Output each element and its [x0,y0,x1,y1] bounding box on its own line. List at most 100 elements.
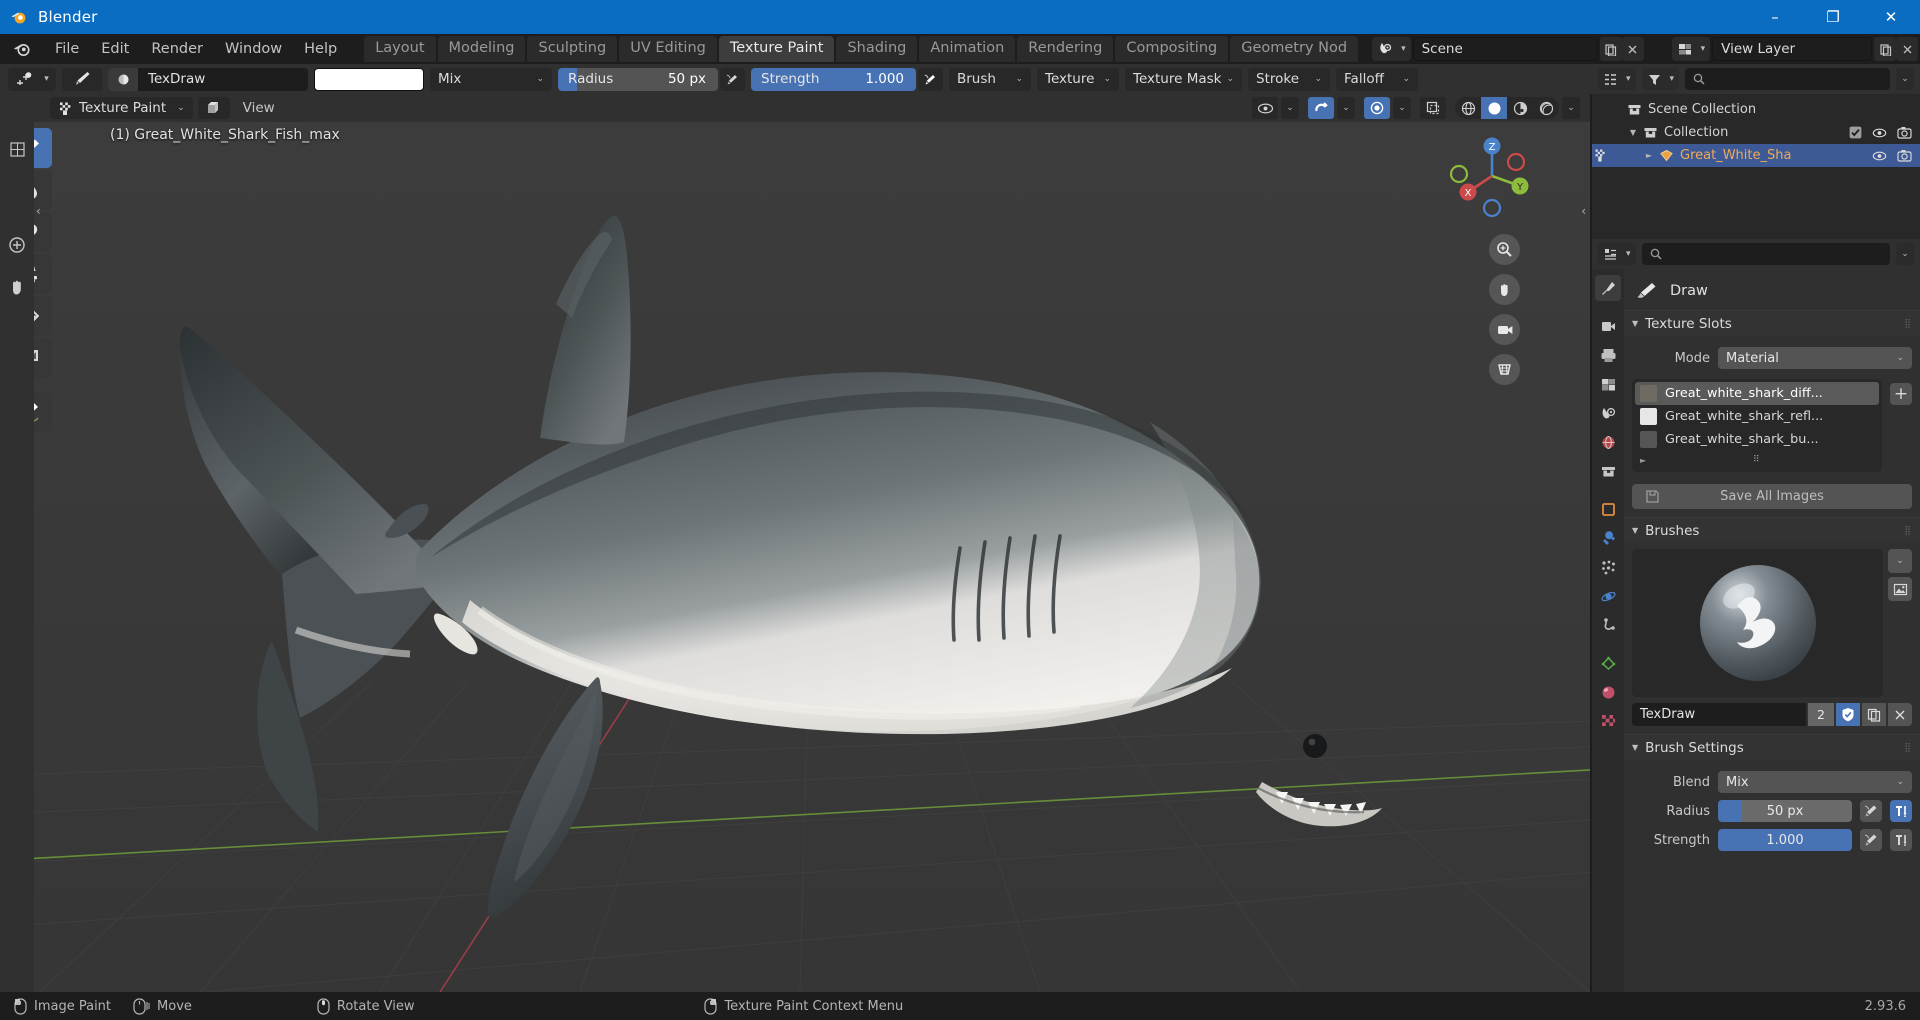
brush-name-field[interactable]: TexDraw [1632,703,1806,726]
shading-mode-segmented[interactable] [1455,97,1559,119]
tool-tab[interactable] [1595,275,1621,301]
navigation-gizmo[interactable]: Z Y X [1446,130,1538,222]
uv-editor-icon[interactable] [0,132,34,166]
object-shading-button[interactable] [197,97,230,119]
remove-view-layer-button[interactable] [1896,37,1919,61]
popover-stroke[interactable]: Stroke ⌄ [1248,67,1331,91]
brush-tool-button[interactable] [62,67,102,91]
add-texture-slot-button[interactable]: + [1890,383,1912,405]
popover-falloff[interactable]: Falloff ⌄ [1336,67,1419,91]
duplicate-icon[interactable] [1862,703,1886,726]
brush-preset-button[interactable]: ▾ [8,67,56,91]
texture-slot-list-footer[interactable]: ► ⠿ [1635,451,1879,469]
x-close-icon[interactable] [1888,703,1912,726]
camera-view-icon[interactable] [1489,314,1520,345]
expand-triangle-icon[interactable]: ► [1642,151,1656,160]
radius-unit-toggle[interactable] [1890,800,1912,822]
radius-pressure-toggle[interactable] [720,67,745,91]
proportional-edit-icon[interactable] [1364,97,1390,119]
strength-unit-toggle[interactable] [1890,829,1912,851]
outliner-filter-dropdown[interactable]: ⌄ [1896,68,1914,90]
menu-file[interactable]: File [44,38,90,60]
disable-in-renders-toggle[interactable] [1897,126,1912,139]
workspace-tab-uv-editing[interactable]: UV Editing [619,36,717,62]
wireframe-shading-icon[interactable] [1455,97,1481,119]
scene-tab[interactable] [1595,400,1621,426]
brush-users-count[interactable]: 2 [1808,703,1834,726]
outliner-row-great-white-sha[interactable]: ► Great_White_Sha [1592,144,1920,167]
xray-icon[interactable] [1420,97,1446,119]
visibility-icon[interactable] [1252,97,1278,119]
properties-search-input[interactable] [1641,243,1890,265]
add-tool-icon[interactable] [0,228,34,262]
toolbar-collapse-arrow[interactable]: ‹ [36,204,41,218]
visibility-dropdown[interactable]: ⌄ [1281,97,1299,119]
solid-shading-icon[interactable] [1481,97,1507,119]
brush-datablock-button[interactable] [108,67,138,91]
shading-dropdown[interactable]: ⌄ [1562,97,1580,119]
brush-name-field[interactable]: TexDraw [138,67,308,91]
hand-pan-icon[interactable] [0,270,34,304]
blend-mode-dropdown[interactable]: Mix ⌄ [430,67,552,91]
radius-slider[interactable]: Radius 50 px [558,67,718,91]
maximize-button[interactable]: ❐ [1804,0,1862,34]
popover-brush[interactable]: Brush ⌄ [949,67,1031,91]
disable-in-renders-toggle[interactable] [1897,149,1912,162]
zoom-nav-icon[interactable] [1489,234,1520,265]
material-tab[interactable] [1595,679,1621,705]
menu-help[interactable]: Help [293,38,348,60]
outliner-tree[interactable]: Scene Collection ▼ Collection ► Great_White_… [1592,94,1920,239]
object-tab[interactable] [1595,496,1621,522]
strength-slider[interactable]: 1.000 [1718,829,1852,851]
mode-selector[interactable]: Texture Paint ⌄ [50,97,193,119]
workspace-tab-sculpting[interactable]: Sculpting [527,36,618,62]
expand-triangle-icon[interactable]: ▼ [1626,128,1640,137]
sidebar-expand-arrow[interactable]: ‹ [1581,204,1586,218]
menu-window[interactable]: Window [214,38,293,60]
blend-dropdown[interactable]: Mix ⌄ [1718,771,1912,793]
proportional-dropdown[interactable]: ⌄ [1393,97,1411,119]
popover-texture-mask[interactable]: Texture Mask ⌄ [1125,67,1243,91]
data-tab[interactable] [1595,650,1621,676]
texture-slot-item[interactable]: Great_white_shark_bu... [1635,428,1879,451]
strength-pressure-toggle[interactable] [918,67,943,91]
modifier-tab[interactable] [1595,525,1621,551]
view-layer-browse-button[interactable]: ▾ [1671,37,1711,61]
workspace-tab-modeling[interactable]: Modeling [437,36,526,62]
texture-slots-panel-header[interactable]: ▼ Texture Slots ⣿ [1624,310,1920,336]
collection-tab[interactable] [1595,458,1621,484]
particles-tab[interactable] [1595,554,1621,580]
brush-settings-panel-header[interactable]: ▼ Brush Settings ⣿ [1624,734,1920,760]
texture-slot-list[interactable]: Great_white_shark_diff... Great_white_sha… [1632,379,1882,472]
radius-slider[interactable]: 50 px [1718,800,1852,822]
view-layer-tab[interactable] [1595,371,1621,397]
snap-dropdown[interactable]: ⌄ [1337,97,1355,119]
brush-preview-thumbnail[interactable] [1632,549,1883,697]
outliner-display-mode-button[interactable]: ▾ [1598,68,1636,90]
workspace-tab-rendering[interactable]: Rendering [1017,36,1114,62]
new-view-layer-button[interactable] [1874,37,1897,61]
expand-triangle-icon[interactable]: ► [1640,456,1646,465]
texture-tab[interactable] [1595,708,1621,734]
workspace-tab-layout[interactable]: Layout [364,36,436,62]
pan-nav-icon[interactable] [1489,274,1520,305]
toggle-perspective-icon[interactable] [1489,354,1520,385]
scene-browse-button[interactable]: ▾ [1372,37,1411,61]
texture-slot-item[interactable]: Great_white_shark_refl... [1635,405,1879,428]
menu-render[interactable]: Render [140,38,214,60]
properties-editor-type-button[interactable]: ▾ [1598,243,1636,265]
outliner-row-scene-collection[interactable]: Scene Collection [1592,98,1920,121]
radius-pressure-toggle[interactable] [1860,800,1882,822]
hide-in-viewport-toggle[interactable] [1872,150,1887,162]
output-tab[interactable] [1595,342,1621,368]
render-tab[interactable] [1595,313,1621,339]
physics-tab[interactable] [1595,583,1621,609]
properties-filter-dropdown[interactable]: ⌄ [1896,243,1914,265]
scene-name-field[interactable]: Scene [1412,37,1598,61]
collection-enable-checkbox[interactable] [1849,126,1862,139]
brush-color-swatch[interactable] [314,67,424,91]
texture-slot-item[interactable]: Great_white_shark_diff... [1635,382,1879,405]
workspace-tab-animation[interactable]: Animation [919,36,1016,62]
snap-magnet-icon[interactable] [1308,97,1334,119]
close-button[interactable]: ✕ [1862,0,1920,34]
